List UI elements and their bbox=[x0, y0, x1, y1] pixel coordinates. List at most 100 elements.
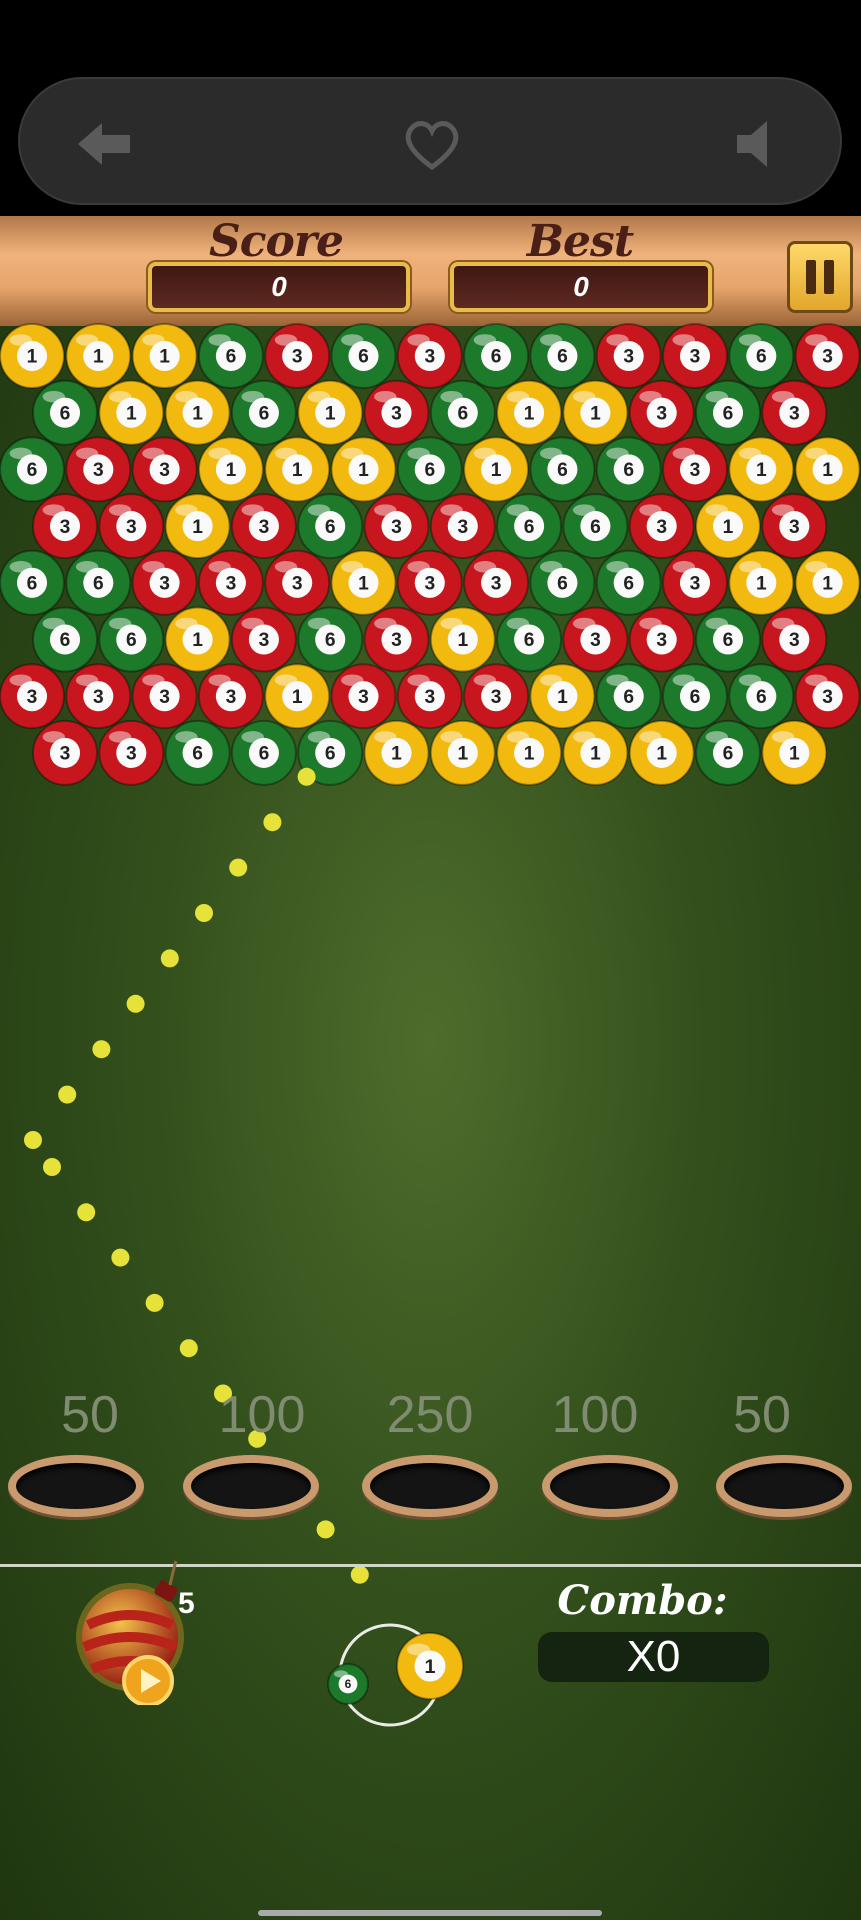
ball-number: 3 bbox=[226, 687, 237, 708]
ball-number: 6 bbox=[345, 1677, 352, 1691]
ball-number: 6 bbox=[27, 574, 38, 595]
aim-dot bbox=[229, 858, 248, 877]
ball-number: 1 bbox=[590, 744, 601, 765]
bubble-ball: 1 bbox=[529, 663, 596, 730]
pocket-score-2: 100 bbox=[218, 1386, 306, 1444]
bubble-ball: 3 bbox=[595, 323, 662, 389]
bubble-ball: 3 bbox=[230, 606, 297, 673]
aim-dot bbox=[195, 904, 213, 922]
ball-number: 3 bbox=[159, 687, 170, 708]
bubble-ball: 1 bbox=[264, 436, 331, 503]
ball-number: 3 bbox=[60, 517, 71, 538]
ball-number: 6 bbox=[60, 630, 71, 651]
ball-number: 1 bbox=[590, 403, 601, 424]
bubble-ball: 6 bbox=[65, 549, 132, 616]
ball-number: 1 bbox=[557, 687, 568, 708]
aim-dot bbox=[77, 1203, 96, 1222]
bubble-ball: 3 bbox=[429, 493, 496, 560]
bubble-ball: 1 bbox=[695, 493, 761, 560]
bubble-ball: 1 bbox=[761, 719, 828, 786]
pocket-hole bbox=[542, 1455, 678, 1517]
ball-number: 3 bbox=[822, 687, 833, 708]
pocket-hole bbox=[362, 1455, 498, 1517]
bubble-ball: 6 bbox=[429, 379, 496, 446]
aim-dot bbox=[43, 1158, 61, 1176]
bubble-ball: 3 bbox=[32, 493, 98, 560]
ball-number: 3 bbox=[457, 517, 468, 538]
ball-number: 1 bbox=[822, 460, 833, 481]
ball-number: 3 bbox=[690, 347, 701, 368]
ball-number: 3 bbox=[690, 460, 701, 481]
pocket-hole bbox=[183, 1455, 319, 1517]
home-indicator[interactable] bbox=[258, 1910, 602, 1916]
ball-number: 6 bbox=[126, 630, 137, 651]
bubble-ball: 6 bbox=[695, 719, 761, 786]
ball-number: 3 bbox=[358, 687, 369, 708]
bubble-ball: 6 bbox=[595, 549, 662, 616]
ball-number: 3 bbox=[656, 517, 667, 538]
ball-number: 3 bbox=[789, 403, 800, 424]
bubble-ball: 3 bbox=[396, 663, 463, 730]
bubble-ball: 6 bbox=[297, 493, 364, 560]
aim-dot bbox=[58, 1085, 77, 1104]
ball-number: 6 bbox=[723, 630, 734, 651]
ball-number: 1 bbox=[192, 517, 203, 538]
bubble-ball: 6 bbox=[728, 663, 795, 730]
ball-number: 6 bbox=[325, 744, 336, 765]
pocket-hole bbox=[716, 1455, 852, 1517]
ball-number: 6 bbox=[557, 460, 568, 481]
bubble-ball: 3 bbox=[264, 549, 331, 616]
ball-number: 3 bbox=[391, 630, 402, 651]
bubble-ball: 1 bbox=[164, 606, 231, 673]
bubble-ball: 6 bbox=[695, 606, 761, 673]
ball-number: 6 bbox=[623, 687, 634, 708]
ball-number: 6 bbox=[491, 347, 502, 368]
bubble-ball: 6 bbox=[164, 719, 231, 786]
ball-number: 3 bbox=[292, 574, 303, 595]
ball-number: 6 bbox=[259, 744, 270, 765]
bubble-ball: 3 bbox=[0, 663, 65, 730]
bubble-ball: 3 bbox=[628, 606, 695, 673]
bubble-ball: 1 bbox=[98, 379, 165, 446]
ball-number: 6 bbox=[524, 630, 535, 651]
ball-number: 3 bbox=[424, 347, 435, 368]
bubble-ball: 6 bbox=[529, 549, 596, 616]
ball-number: 3 bbox=[60, 744, 71, 765]
bubble-ball: 6 bbox=[595, 663, 662, 730]
ball-number: 3 bbox=[656, 403, 667, 424]
bubble-ball: 6 bbox=[529, 323, 596, 389]
bubble-ball: 3 bbox=[197, 663, 264, 730]
ball-number: 6 bbox=[457, 403, 468, 424]
bubble-ball: 6 bbox=[695, 379, 761, 446]
ball-number: 1 bbox=[756, 460, 767, 481]
ball-number: 3 bbox=[491, 574, 502, 595]
aim-dot bbox=[316, 1520, 335, 1539]
bubble-ball: 3 bbox=[330, 663, 397, 730]
ball-number: 1 bbox=[457, 744, 468, 765]
ball-number: 3 bbox=[27, 687, 38, 708]
ball-number: 6 bbox=[60, 403, 71, 424]
ball-number: 3 bbox=[93, 460, 104, 481]
bubble-ball: 1 bbox=[131, 323, 198, 389]
ball-number: 3 bbox=[226, 574, 237, 595]
bubble-ball: 6 bbox=[496, 606, 563, 673]
bomb-icon[interactable] bbox=[70, 1555, 210, 1705]
bubble-ball: 1 bbox=[429, 719, 496, 786]
combo-label: Combo: bbox=[557, 1577, 728, 1624]
bubble-ball: 6 bbox=[230, 379, 297, 446]
ball-number: 1 bbox=[93, 347, 104, 368]
aim-dot bbox=[350, 1565, 369, 1584]
combo-value: X0 bbox=[538, 1632, 769, 1682]
bubble-ball: 1 bbox=[728, 549, 795, 616]
bubble-ball: 1 bbox=[164, 379, 231, 446]
ball-number: 3 bbox=[159, 574, 170, 595]
ball-number: 1 bbox=[226, 460, 237, 481]
bubble-ball: 3 bbox=[363, 493, 430, 560]
ball-number: 6 bbox=[93, 574, 104, 595]
bubble-ball: 6 bbox=[662, 663, 728, 730]
ball-number: 6 bbox=[723, 744, 734, 765]
bubble-ball: 1 bbox=[363, 719, 430, 786]
ball-number: 6 bbox=[756, 687, 767, 708]
ball-number: 3 bbox=[93, 687, 104, 708]
bubble-ball: 6 bbox=[595, 436, 662, 503]
